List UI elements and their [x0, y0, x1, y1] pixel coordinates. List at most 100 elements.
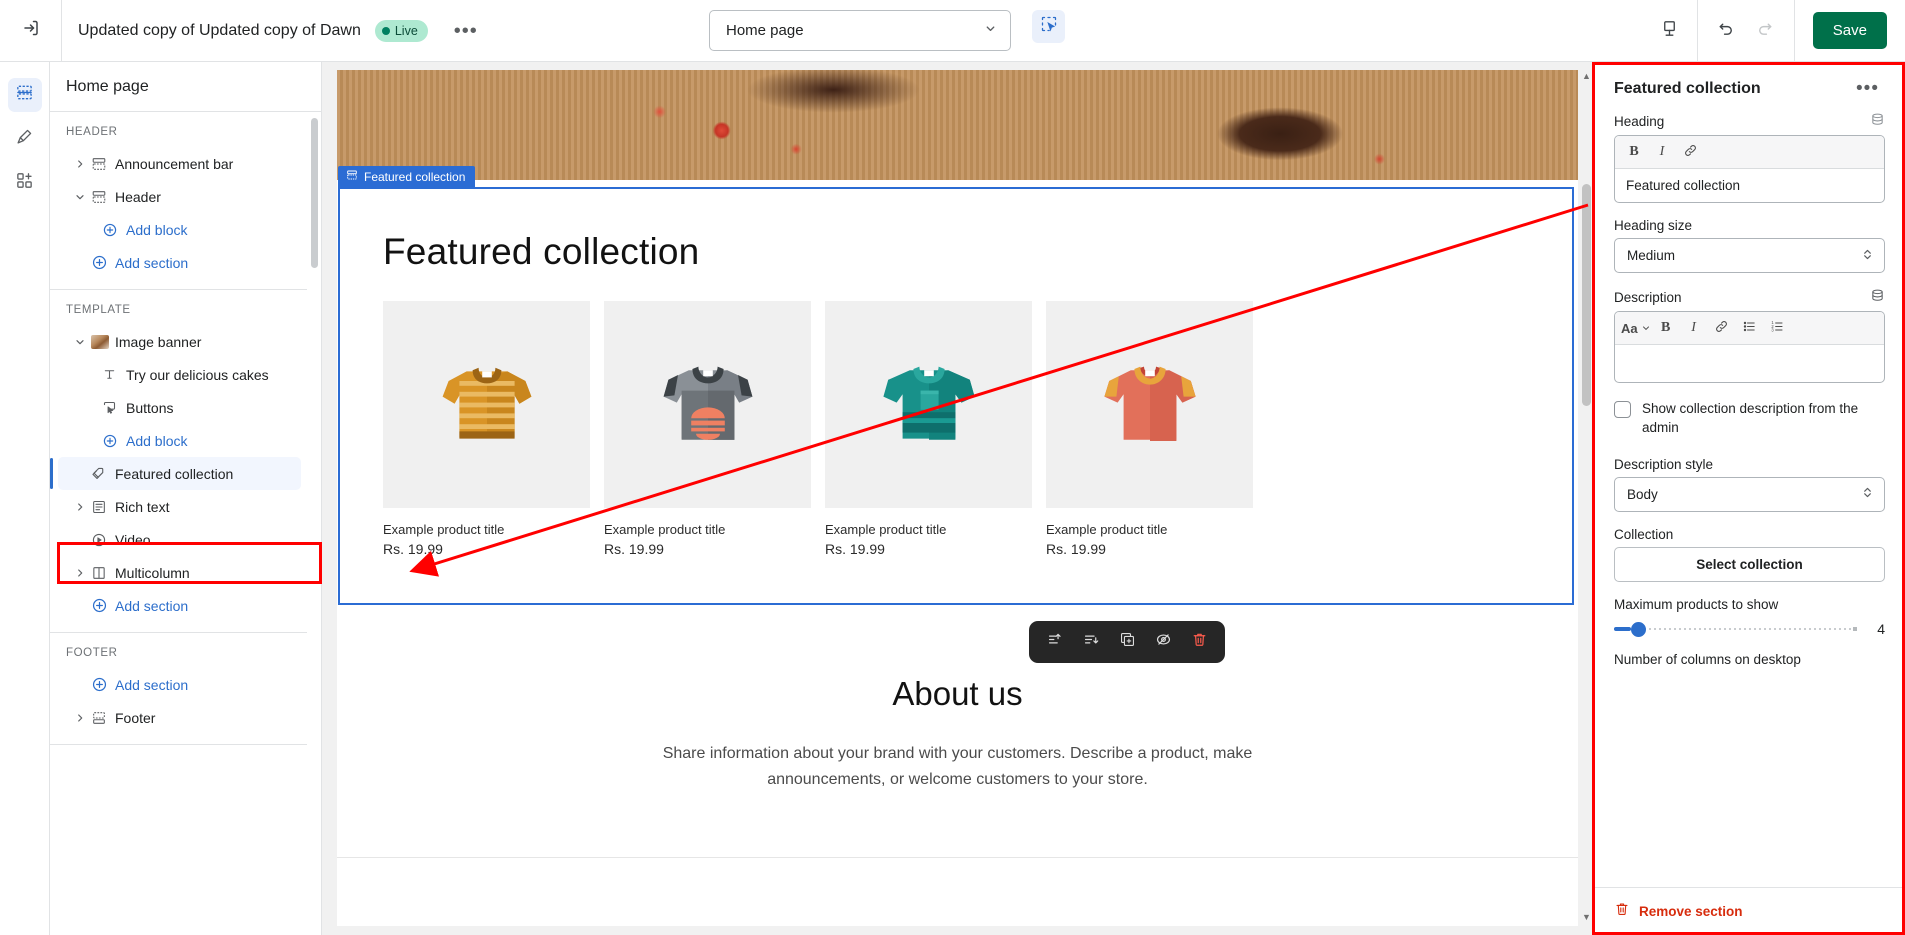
sidebar-item-footer[interactable]: Footer: [58, 701, 301, 734]
sidebar-scrollbar-thumb[interactable]: [311, 118, 318, 268]
product-image[interactable]: [604, 301, 811, 508]
scroll-down-arrow-icon[interactable]: ▼: [1582, 913, 1591, 922]
numbered-list-button[interactable]: 1 2 3: [1765, 316, 1791, 341]
columns-desktop-label: Number of columns on desktop: [1614, 651, 1801, 667]
sidebar-group-header: HEADER Announcement bar Header Add block…: [50, 112, 307, 290]
heading-size-select[interactable]: Medium: [1614, 238, 1885, 273]
featured-collection-section[interactable]: Featured collection Example product titl…: [338, 187, 1574, 605]
show-collection-description-row[interactable]: Show collection description from the adm…: [1614, 400, 1885, 438]
section-label-badge: Featured collection: [338, 166, 476, 187]
storefront-preview: Featured collection Featured collection: [337, 70, 1578, 926]
heading-field: Heading B I Featured collection: [1614, 112, 1885, 203]
bold-button[interactable]: B: [1653, 316, 1679, 341]
undo-icon: [1717, 19, 1736, 43]
image-banner-preview[interactable]: [337, 70, 1578, 180]
delete-section-button[interactable]: [1183, 627, 1215, 657]
redo-button[interactable]: [1746, 14, 1784, 48]
save-button[interactable]: Save: [1812, 12, 1887, 49]
sidebar-block-buttons[interactable]: Buttons: [58, 391, 301, 424]
product-price: Rs. 19.99: [1046, 541, 1106, 557]
product-image[interactable]: [1046, 301, 1253, 508]
product-title[interactable]: Example product title: [1046, 522, 1253, 537]
sidebar-item-featured-collection[interactable]: Featured collection: [50, 457, 301, 490]
hide-section-button[interactable]: [1147, 627, 1179, 657]
sidebar-add-section-header[interactable]: Add section: [58, 246, 301, 279]
link-button[interactable]: [1709, 316, 1735, 341]
sidebar-item-header[interactable]: Header: [58, 180, 301, 213]
scroll-up-arrow-icon[interactable]: ▲: [1582, 72, 1591, 81]
sidebar-add-section-footer[interactable]: Add section: [58, 668, 301, 701]
product-title[interactable]: Example product title: [383, 522, 590, 537]
panel-more-menu-button[interactable]: •••: [1850, 79, 1885, 98]
dynamic-source-icon[interactable]: [1870, 288, 1885, 306]
sidebar-item-image-banner[interactable]: Image banner: [58, 325, 301, 358]
chevron-right-icon[interactable]: [74, 501, 91, 513]
chevron-down-icon[interactable]: [74, 191, 91, 203]
chevron-right-icon[interactable]: [74, 712, 91, 724]
sidebar-block-try-our-delicious-cakes[interactable]: Try our delicious cakes: [58, 358, 301, 391]
numbered-list-icon: 1 2 3: [1770, 319, 1785, 337]
selection-indicator: [50, 458, 53, 489]
theme-more-menu-button[interactable]: •••: [446, 20, 486, 42]
panel-title: Featured collection: [1614, 80, 1761, 97]
chevron-down-icon[interactable]: [74, 336, 91, 348]
sidebar-add-section-template[interactable]: Add section: [58, 589, 301, 622]
sidebar-scrollbar[interactable]: [311, 118, 318, 929]
preview-scrollbar-thumb[interactable]: [1582, 184, 1591, 406]
link-button[interactable]: [1677, 140, 1703, 165]
maximum-products-value: 4: [1877, 620, 1885, 637]
move-section-up-button[interactable]: [1039, 627, 1071, 657]
chevron-right-icon[interactable]: [74, 567, 91, 579]
link-icon: [1683, 143, 1698, 161]
maximum-products-slider[interactable]: [1614, 621, 1857, 637]
undo-button[interactable]: [1708, 14, 1746, 48]
dynamic-source-icon[interactable]: [1870, 112, 1885, 130]
italic-button[interactable]: I: [1649, 140, 1675, 165]
slider-knob[interactable]: [1631, 621, 1646, 637]
product-card[interactable]: Example product title Rs. 19.99: [383, 301, 590, 557]
product-title[interactable]: Example product title: [825, 522, 1032, 537]
heading-input[interactable]: Featured collection: [1615, 169, 1884, 202]
description-style-select[interactable]: Body: [1614, 476, 1885, 512]
heading-field-label-row: Heading: [1614, 112, 1885, 130]
description-input[interactable]: [1615, 345, 1884, 382]
exit-editor-button[interactable]: [0, 0, 62, 61]
remove-section-button[interactable]: Remove section: [1594, 887, 1905, 935]
italic-button[interactable]: I: [1681, 316, 1707, 341]
move-section-down-button[interactable]: [1075, 627, 1107, 657]
theme-name: Updated copy of Updated copy of Dawn: [78, 21, 361, 39]
bullet-list-button[interactable]: [1737, 316, 1763, 341]
plus-circle-icon: [102, 222, 126, 238]
sidebar-item-multicolumn[interactable]: Multicolumn: [58, 556, 301, 589]
rail-item-apps[interactable]: [8, 166, 42, 200]
page-selector[interactable]: Home page: [709, 10, 1011, 51]
select-collection-button[interactable]: Select collection: [1614, 546, 1885, 582]
inspector-toggle-button[interactable]: [1032, 10, 1065, 43]
product-image[interactable]: [383, 301, 590, 508]
product-image[interactable]: [825, 301, 1032, 508]
font-style-dropdown-button[interactable]: Aa: [1621, 316, 1651, 341]
image-thumb-icon: [91, 334, 115, 349]
bold-button[interactable]: B: [1621, 140, 1647, 165]
tshirt-striped-orange-icon: [442, 367, 531, 439]
chevron-right-icon[interactable]: [74, 158, 91, 170]
product-title[interactable]: Example product title: [604, 522, 811, 537]
show-collection-description-checkbox[interactable]: [1614, 401, 1631, 418]
preview-scrollbar[interactable]: ▲ ▼: [1579, 70, 1593, 926]
rail-item-theme-settings[interactable]: [8, 122, 42, 156]
product-card[interactable]: Example product title Rs. 19.99: [825, 301, 1032, 557]
product-card[interactable]: Example product title Rs. 19.99: [604, 301, 811, 557]
sidebar-add-block-image-banner[interactable]: Add block: [58, 424, 301, 457]
duplicate-section-button[interactable]: [1111, 627, 1143, 657]
about-us-section[interactable]: About us Share information about your br…: [337, 609, 1578, 858]
device-preview-button[interactable]: [1642, 0, 1698, 61]
sidebar-add-block-header[interactable]: Add block: [58, 213, 301, 246]
sidebar-item-announcement-bar[interactable]: Announcement bar: [58, 147, 301, 180]
sidebar-item-rich-text[interactable]: Rich text: [58, 490, 301, 523]
product-card[interactable]: Example product title Rs. 19.99: [1046, 301, 1253, 557]
rail-item-sections[interactable]: [7, 78, 42, 112]
about-us-heading: About us: [892, 675, 1023, 712]
sidebar-item-video[interactable]: Video: [58, 523, 301, 556]
sidebar-item-label: Add section: [115, 676, 189, 693]
plus-circle-icon: [91, 254, 115, 271]
